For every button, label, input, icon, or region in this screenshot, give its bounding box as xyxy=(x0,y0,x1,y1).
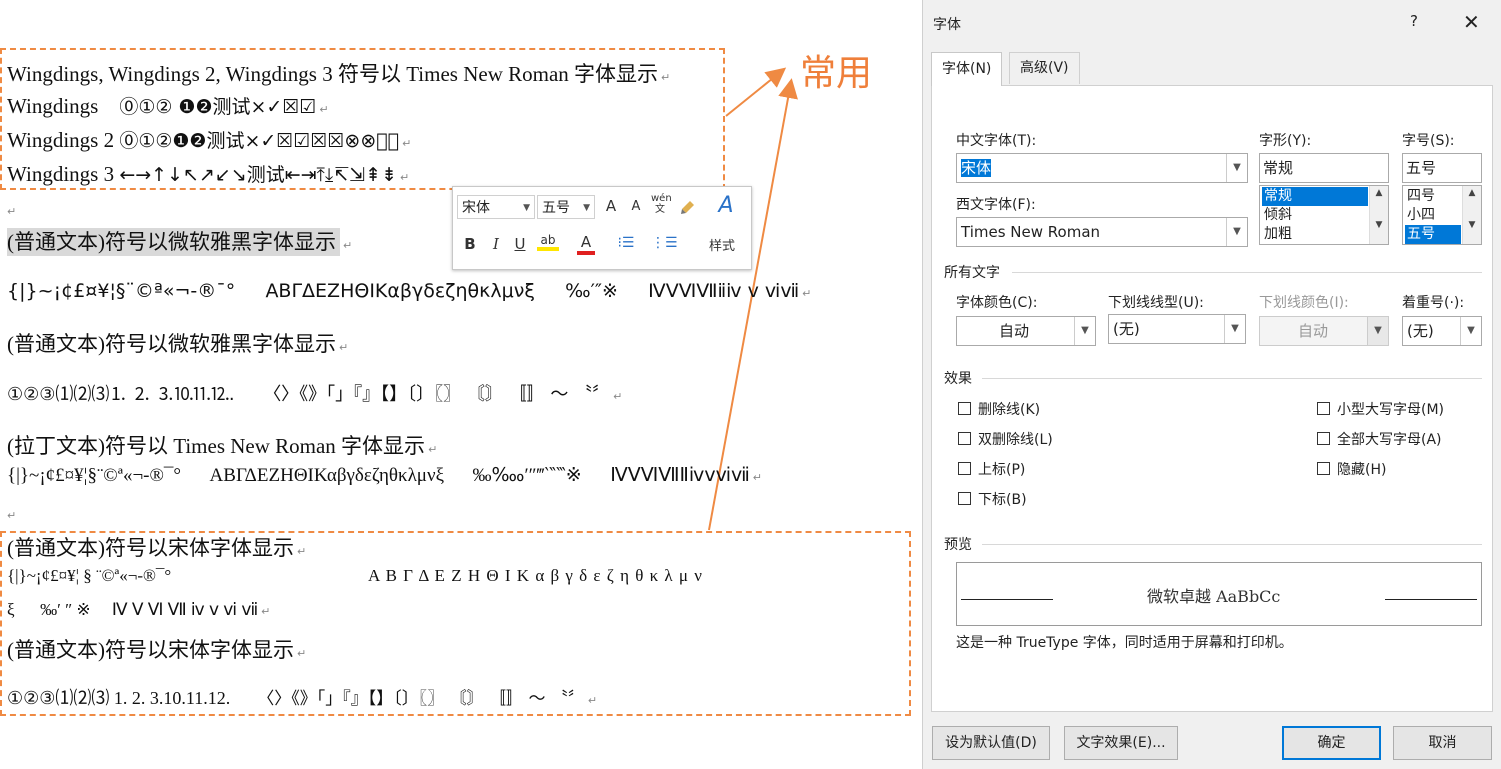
empty-paragraph-2: ↵ xyxy=(7,509,17,522)
style-list[interactable]: 常规 倾斜 加粗 ▲ ▼ xyxy=(1259,185,1389,245)
doc-line-6: {|}~¡¢£¤¥¦§¨©ª«¬-®¯° ΑΒΓΔΕΖΗΘΙΚαβγδεζηθκ… xyxy=(7,280,812,302)
all-caps-checkbox[interactable] xyxy=(1317,432,1330,445)
small-caps-label[interactable]: 小型大写字母(M) xyxy=(1337,399,1444,419)
list-item[interactable]: 小四 xyxy=(1405,206,1435,225)
list-item[interactable]: 四号 xyxy=(1405,187,1435,206)
document-area[interactable]: 常用 Wingdings, Wingdings 2, Wingdings 3 符… xyxy=(0,0,922,769)
shrink-font-button[interactable]: A xyxy=(628,199,644,214)
style-label: 字形(Y): xyxy=(1259,133,1312,149)
divider xyxy=(982,378,1482,379)
doc-line-5: (普通文本)符号以微软雅黑字体显示 ↵ xyxy=(7,228,353,256)
doc-line-7: (普通文本)符号以微软雅黑字体显示 ↵ xyxy=(7,332,349,356)
list-item[interactable]: 倾斜 xyxy=(1262,206,1292,225)
format-painter-icon[interactable] xyxy=(679,197,697,219)
effects-heading: 效果 xyxy=(944,371,972,387)
font-color-combo[interactable]: 自动 ▼ xyxy=(956,316,1096,346)
phonetic-guide-button[interactable]: wén 文 xyxy=(651,193,672,215)
all-caps-label[interactable]: 全部大写字母(A) xyxy=(1337,429,1442,449)
doc-line-12: {|}~¡¢£¤¥¦ § ¨©ª«¬-®¯° xyxy=(7,566,172,585)
ok-button[interactable]: 确定 xyxy=(1282,726,1381,760)
mini-size-combo[interactable]: 五号 ▼ xyxy=(537,195,595,219)
doc-line-10: {|}~¡¢£¤¥¦§¨©ª«¬-®¯° ΑΒΓΔΕΖΗΘΙΚαβγδεζηθκ… xyxy=(7,465,763,486)
west-font-label: 西文字体(F): xyxy=(956,197,1036,213)
doc-line-2: Wingdings ⓪①② ❶❷测试×✓☒☑ ↵ xyxy=(7,94,329,118)
tab-font[interactable]: 字体(N) xyxy=(931,52,1003,86)
hidden-checkbox[interactable] xyxy=(1317,462,1330,475)
strikethrough-checkbox[interactable] xyxy=(958,402,971,415)
help-button[interactable]: ? xyxy=(1410,12,1418,30)
close-icon[interactable]: ✕ xyxy=(1463,10,1480,34)
scrollbar[interactable]: ▲ ▼ xyxy=(1369,186,1388,244)
underline-style-label: 下划线线型(U): xyxy=(1108,295,1204,311)
doc-line-1: Wingdings, Wingdings 2, Wingdings 3 符号以 … xyxy=(7,62,671,86)
font-color-button[interactable]: A xyxy=(577,233,595,255)
empty-paragraph: ↵ xyxy=(7,205,17,218)
set-default-button[interactable]: 设为默认值(D) xyxy=(932,726,1050,760)
tab-advanced[interactable]: 高级(V) xyxy=(1009,52,1080,84)
doc-line-12b: Α Β Γ Δ Ε Ζ Η Θ Ι Κ α β γ δ ε ζ η θ κ λ … xyxy=(368,566,703,585)
cn-font-label: 中文字体(T): xyxy=(956,133,1037,149)
preview-rule-right xyxy=(1385,599,1477,600)
list-item[interactable]: 加粗 xyxy=(1262,225,1292,244)
subscript-checkbox[interactable] xyxy=(958,492,971,505)
divider xyxy=(1012,272,1482,273)
scrollbar[interactable]: ▲ ▼ xyxy=(1462,186,1481,244)
double-strikethrough-label[interactable]: 双删除线(L) xyxy=(978,429,1053,449)
double-strikethrough-checkbox[interactable] xyxy=(958,432,971,445)
doc-line-11: (普通文本)符号以宋体字体显示 ↵ xyxy=(7,536,307,560)
size-list[interactable]: 四号 小四 五号 ▲ ▼ xyxy=(1402,185,1482,245)
doc-line-15: ①②③⑴⑵⑶ 1. 2. 3.10.11.12. 〈〉《》「」『』【】〔〕〖〗 … xyxy=(7,688,598,709)
bullets-icon[interactable]: ⁝☰ xyxy=(613,235,639,251)
all-text-heading: 所有文字 xyxy=(944,265,1000,281)
preview-text: 微软卓越 AaBbCc xyxy=(1147,587,1281,606)
doc-line-8: ①②③⑴⑵⑶⒈ ⒉ ⒊⒑⒒⒓. 〈〉《》「」『』【】〔〕〖〗 〘〙 〚〛 〜 〝… xyxy=(7,384,623,405)
list-item[interactable]: 五号 xyxy=(1405,225,1461,244)
highlight-button[interactable]: ab xyxy=(537,233,559,251)
preview-heading: 预览 xyxy=(944,537,972,553)
size-input[interactable]: 五号 xyxy=(1402,153,1482,183)
style-input[interactable]: 常规 xyxy=(1259,153,1389,183)
doc-line-9: (拉丁文本)符号以 Times New Roman 字体显示 ↵ xyxy=(7,434,438,458)
truetype-note: 这是一种 TrueType 字体，同时适用于屏幕和打印机。 xyxy=(956,635,1293,651)
text-effects-button[interactable]: 文字效果(E)... xyxy=(1064,726,1178,760)
subscript-label[interactable]: 下标(B) xyxy=(978,489,1027,509)
mini-toolbar: 宋体 ▼ 五号 ▼ A A wén 文 A B I U ab A ⁝☰ ⋮☰ 样式 xyxy=(452,186,752,270)
grow-font-button[interactable]: A xyxy=(603,197,619,215)
styles-label[interactable]: 样式 xyxy=(709,235,735,254)
emphasis-mark-label: 着重号(·): xyxy=(1402,295,1465,311)
preview-box: 微软卓越 AaBbCc xyxy=(956,562,1482,626)
doc-line-4: Wingdings 3 ←→↑↓↖↗↙↘测试⇤⇥⤒⤓↸⇲⇞⇟ ↵ xyxy=(7,162,410,186)
font-color-label: 字体颜色(C): xyxy=(956,295,1038,311)
dialog-title: 字体 xyxy=(933,17,961,33)
underline-style-combo[interactable]: (无) ▼ xyxy=(1108,314,1246,344)
bold-button[interactable]: B xyxy=(463,235,477,253)
underline-color-label: 下划线颜色(I): xyxy=(1259,295,1349,311)
underline-color-combo: 自动 ▼ xyxy=(1259,316,1389,346)
preview-rule-left xyxy=(961,599,1053,600)
doc-line-3: Wingdings 2 ⓪①②❶❷测试×✓☒☑☒☒⊗⊗⃠⃠ ↵ xyxy=(7,128,412,152)
hidden-label[interactable]: 隐藏(H) xyxy=(1337,459,1386,479)
emphasis-mark-combo[interactable]: (无) ▼ xyxy=(1402,316,1482,346)
superscript-checkbox[interactable] xyxy=(958,462,971,475)
font-tab-panel: 中文字体(T): 宋体 ▼ 字形(Y): 常规 常规 倾斜 加粗 ▲ ▼ 字号(S)… xyxy=(931,85,1493,712)
doc-line-13: ξ ‰′ ″ ※ Ⅳ Ⅴ Ⅵ Ⅶ ⅳ ⅴ ⅵ ⅶ ↵ xyxy=(7,600,271,619)
cancel-button[interactable]: 取消 xyxy=(1393,726,1492,760)
small-caps-checkbox[interactable] xyxy=(1317,402,1330,415)
divider xyxy=(982,544,1482,545)
styles-icon[interactable]: A xyxy=(711,193,741,218)
strikethrough-label[interactable]: 删除线(K) xyxy=(978,399,1040,419)
font-dialog: 字体 ? ✕ 字体(N) 高级(V) 中文字体(T): 宋体 ▼ 字形(Y): 常… xyxy=(922,0,1501,769)
doc-line-14: (普通文本)符号以宋体字体显示 ↵ xyxy=(7,638,307,662)
cn-font-combo[interactable]: 宋体 ▼ xyxy=(956,153,1248,183)
size-label: 字号(S): xyxy=(1402,133,1455,149)
italic-button[interactable]: I xyxy=(489,235,503,253)
callout-label: 常用 xyxy=(800,53,873,94)
west-font-combo[interactable]: Times New Roman ▼ xyxy=(956,217,1248,247)
numbering-icon[interactable]: ⋮☰ xyxy=(651,235,678,251)
superscript-label[interactable]: 上标(P) xyxy=(978,459,1025,479)
list-item[interactable]: 常规 xyxy=(1262,187,1368,206)
underline-button[interactable]: U xyxy=(513,235,527,253)
mini-font-combo[interactable]: 宋体 ▼ xyxy=(457,195,535,219)
